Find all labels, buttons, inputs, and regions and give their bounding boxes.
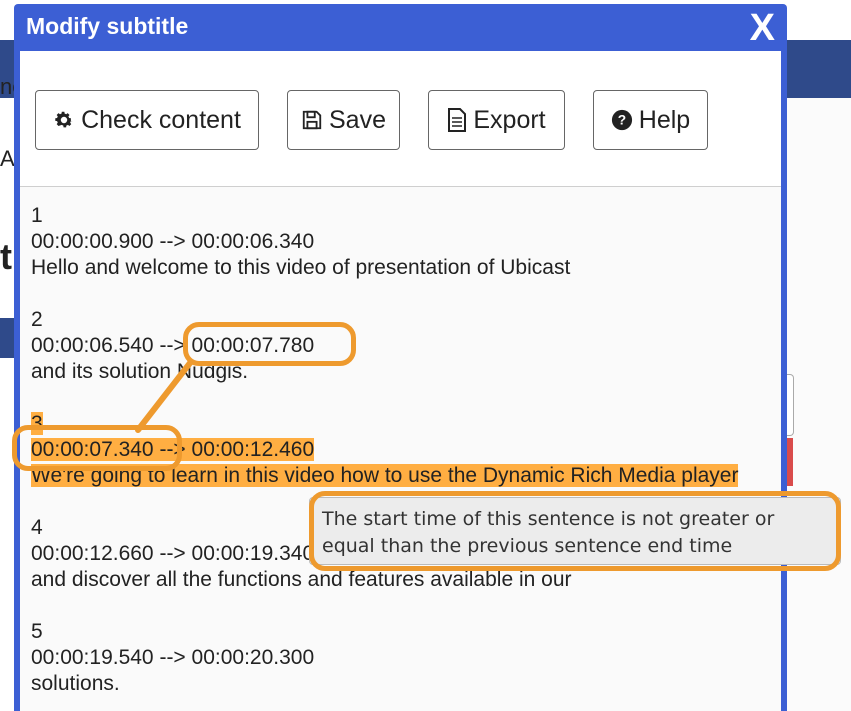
tooltip-highlight (309, 491, 841, 571)
annotation-connector-line (135, 360, 193, 433)
start-time-highlight (12, 425, 182, 471)
previous-end-time-highlight (183, 322, 356, 366)
